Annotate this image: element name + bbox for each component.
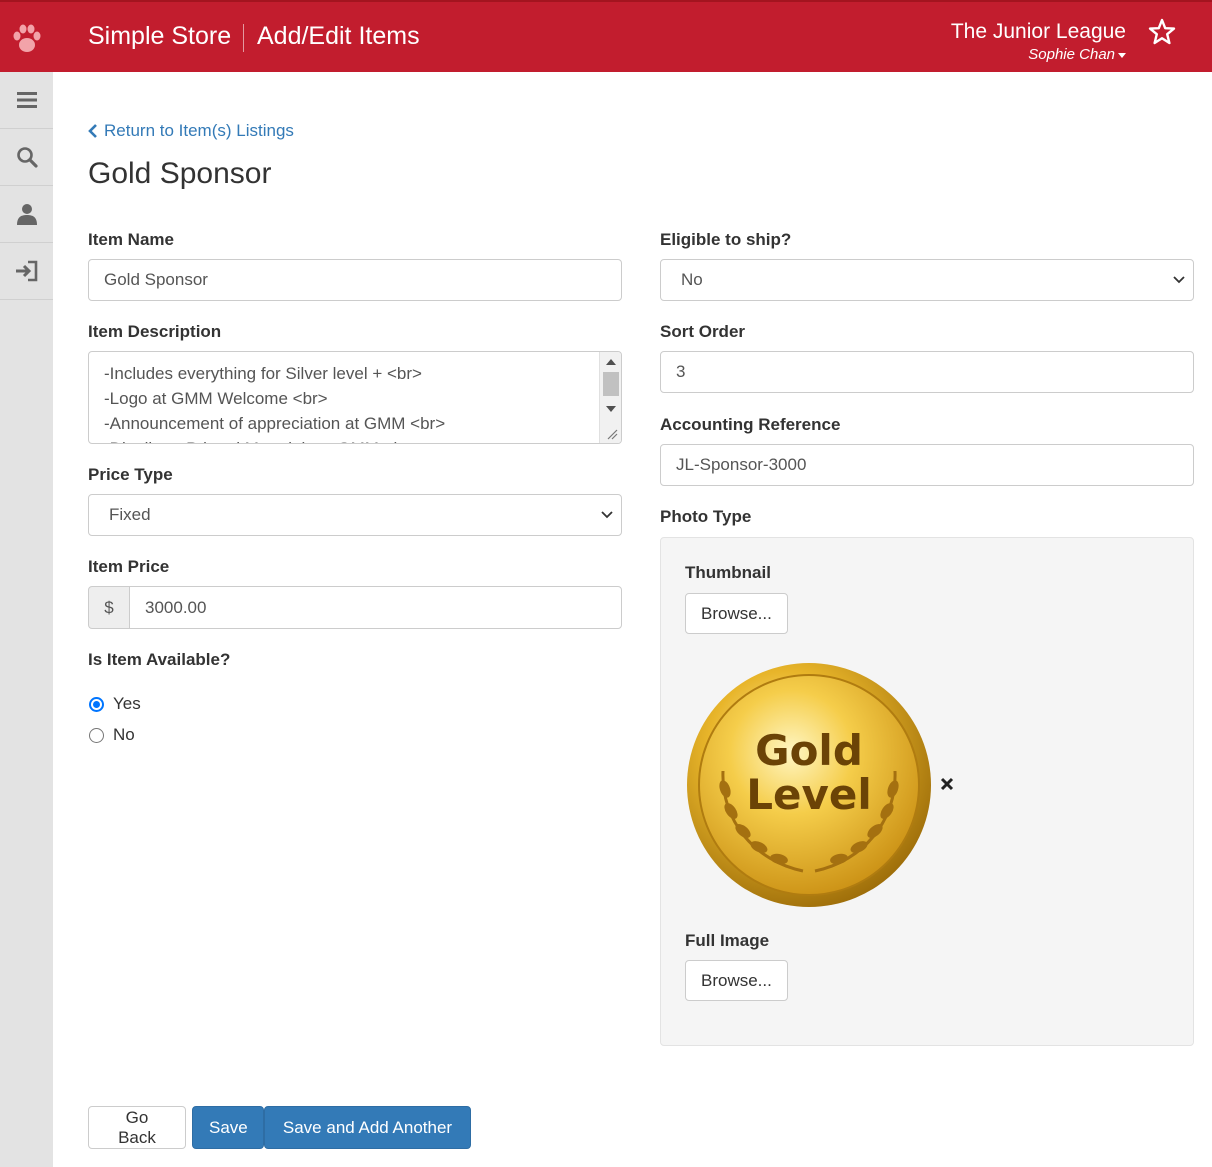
sort-order-label: Sort Order	[660, 322, 746, 341]
scroll-down-arrow-icon[interactable]	[606, 406, 616, 412]
description-line: -Includes everything for Silver level + …	[104, 364, 422, 383]
chevron-left-icon	[88, 124, 97, 138]
sign-in-icon	[15, 260, 37, 282]
accounting-reference-input[interactable]: JL-Sponsor-3000	[660, 444, 1194, 486]
save-button[interactable]: Save	[192, 1106, 264, 1149]
item-name-label: Item Name	[88, 230, 174, 249]
scroll-up-arrow-icon[interactable]	[606, 359, 616, 365]
thumbnail-browse-button[interactable]: Browse...	[685, 593, 788, 634]
availability-no-option[interactable]: No	[88, 725, 135, 745]
photo-type-label: Photo Type	[660, 507, 752, 526]
price-type-label: Price Type	[88, 465, 173, 484]
back-link-label: Return to Item(s) Listings	[104, 121, 294, 140]
eligible-to-ship-label: Eligible to ship?	[660, 230, 792, 249]
currency-symbol: $	[104, 597, 114, 617]
sort-order-value: 3	[676, 362, 686, 381]
eligible-to-ship-select[interactable]: No	[660, 259, 1194, 301]
user-name: Sophie Chan	[1028, 46, 1115, 63]
item-description-textarea[interactable]: -Includes everything for Silver level + …	[88, 351, 622, 444]
item-price-input[interactable]: 3000.00	[129, 586, 622, 629]
price-type-select[interactable]: Fixed	[88, 494, 622, 536]
remove-thumbnail-icon[interactable]	[940, 777, 954, 791]
section-title: Add/Edit Items	[257, 22, 420, 50]
back-to-listings-link[interactable]: Return to Item(s) Listings	[88, 121, 294, 141]
eligible-to-ship-value: No	[681, 270, 703, 289]
radio-yes[interactable]	[89, 696, 104, 712]
organization-name: The Junior League	[950, 20, 1126, 43]
chevron-down-icon	[601, 511, 613, 519]
page-title: Gold Sponsor	[88, 157, 272, 190]
item-price-label: Item Price	[88, 557, 170, 576]
sidebar-user-button[interactable]	[0, 186, 53, 243]
item-name-value: Gold Sponsor	[104, 270, 208, 289]
item-description-label: Item Description	[88, 322, 222, 341]
availability-label: Is Item Available?	[88, 650, 231, 669]
resize-grip-icon[interactable]	[606, 428, 618, 440]
full-image-browse-button[interactable]: Browse...	[685, 960, 788, 1001]
availability-yes-option[interactable]: Yes	[88, 694, 141, 714]
radio-no[interactable]	[89, 727, 104, 743]
radio-yes-label: Yes	[113, 694, 141, 713]
item-name-input[interactable]: Gold Sponsor	[88, 259, 622, 301]
full-image-label: Full Image	[685, 931, 770, 950]
save-and-add-another-button[interactable]: Save and Add Another	[264, 1106, 471, 1149]
search-icon	[16, 147, 38, 168]
top-navbar: Simple Store Add/Edit Items The Junior L…	[0, 0, 1212, 72]
chevron-down-icon	[1173, 276, 1185, 284]
sidebar-signin-button[interactable]	[0, 243, 53, 300]
sidebar	[0, 72, 53, 1167]
thumbnail-label: Thumbnail	[685, 563, 771, 582]
accounting-reference-value: JL-Sponsor-3000	[676, 455, 807, 474]
user-icon	[16, 204, 37, 225]
price-type-value: Fixed	[109, 505, 151, 524]
go-back-button[interactable]: Go Back	[88, 1106, 186, 1149]
svg-text:Level: Level	[746, 770, 872, 819]
gold-level-medal-image[interactable]: Gold Level	[685, 661, 933, 909]
user-menu[interactable]: Sophie Chan	[1028, 46, 1126, 63]
sidebar-menu-button[interactable]	[0, 72, 53, 129]
sidebar-search-button[interactable]	[0, 129, 53, 186]
description-line: -Distribute Printed Materials at GMM <br…	[104, 436, 595, 443]
star-icon[interactable]	[1148, 18, 1176, 46]
accounting-reference-label: Accounting Reference	[660, 415, 841, 434]
sort-order-input[interactable]: 3	[660, 351, 1194, 393]
title-divider	[243, 24, 244, 52]
item-price-value: 3000.00	[145, 597, 207, 617]
paw-logo-icon[interactable]	[10, 20, 44, 56]
currency-addon: $	[88, 586, 130, 629]
description-line: -Announcement of appreciation at GMM <br…	[104, 414, 446, 433]
menu-icon	[16, 92, 37, 108]
radio-no-label: No	[113, 725, 135, 744]
svg-text:Gold: Gold	[755, 726, 863, 775]
caret-down-icon	[1118, 52, 1126, 58]
description-line: -Logo at GMM Welcome <br>	[104, 389, 328, 408]
scrollbar-thumb[interactable]	[603, 372, 619, 396]
app-title[interactable]: Simple Store	[88, 22, 231, 51]
